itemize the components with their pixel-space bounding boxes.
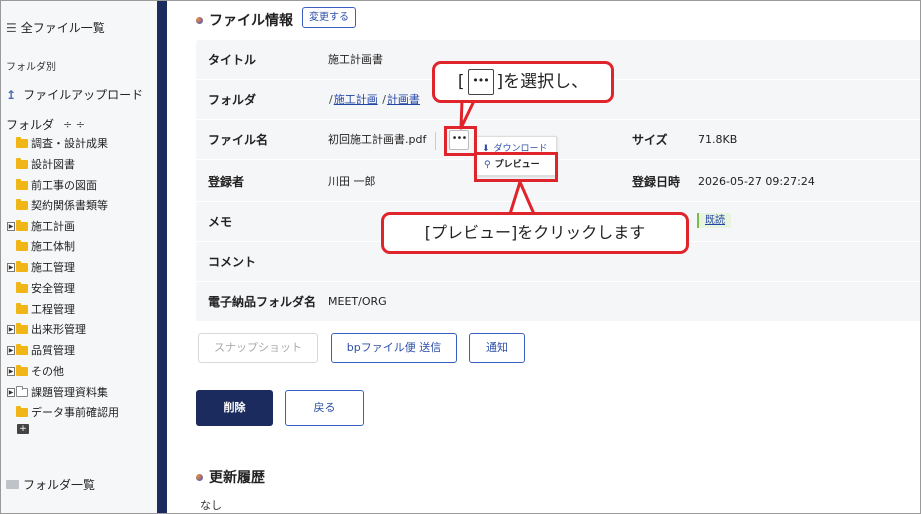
screenshot-border (0, 0, 921, 514)
